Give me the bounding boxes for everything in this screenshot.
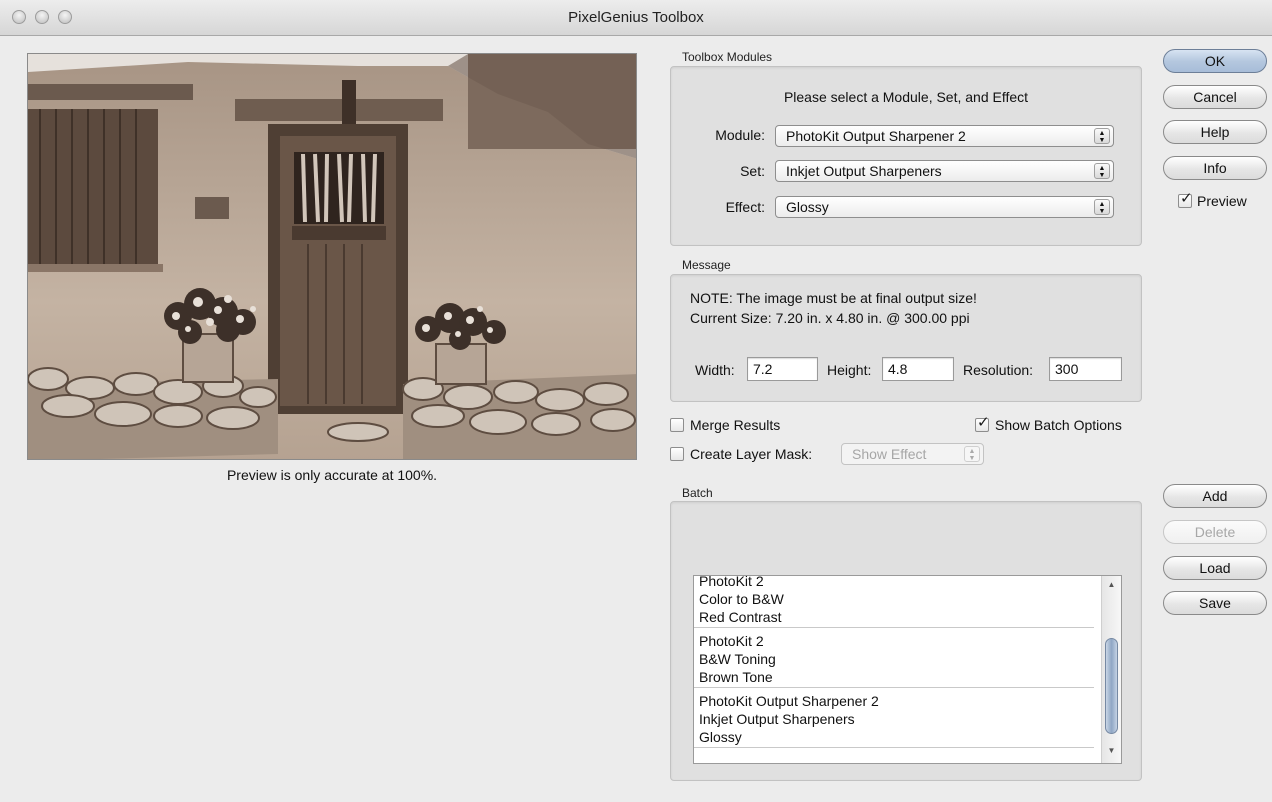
batch-label: Batch [682,486,713,500]
preview-caption: Preview is only accurate at 100%. [226,467,438,483]
preview-checkbox[interactable]: ✓ [1178,190,1193,208]
add-button[interactable]: Add [1163,484,1267,508]
layer-mask-popup[interactable]: Show Effect ▲ ▼ [841,443,984,465]
scroll-down-arrow-icon[interactable]: ▼ [1102,744,1121,758]
load-button[interactable]: Load [1163,556,1267,580]
batch-list-scrollbar[interactable]: ▲ ▼ [1101,576,1121,763]
ok-button[interactable]: OK [1163,49,1267,73]
show-batch-options-checkbox[interactable]: ✓ [975,414,990,432]
message-note: NOTE: The image must be at final output … [690,290,977,306]
batch-item-line: Color to B&W [699,591,784,607]
help-button[interactable]: Help [1163,120,1267,144]
height-field[interactable]: 4.8 [882,357,954,381]
set-popup[interactable]: Inkjet Output Sharpeners ▲ ▼ [775,160,1114,182]
width-label: Width: [695,362,735,378]
batch-item-line: PhotoKit 2 [699,575,764,589]
updown-arrows-icon: ▲ ▼ [1094,163,1110,179]
batch-item-line: Red Contrast [699,609,782,625]
save-button[interactable]: Save [1163,591,1267,615]
height-label: Height: [827,362,872,378]
layer-mask-popup-value: Show Effect [852,446,927,462]
show-batch-options-label: Show Batch Options [995,417,1122,433]
batch-item-line: Glossy [699,729,742,745]
delete-button[interactable]: Delete [1163,520,1267,544]
effect-popup[interactable]: Glossy ▲ ▼ [775,196,1114,218]
batch-item-line: Inkjet Output Sharpeners [699,711,855,727]
cancel-button[interactable]: Cancel [1163,85,1267,109]
scroll-up-arrow-icon[interactable]: ▲ [1102,578,1121,592]
batch-list[interactable]: PhotoKit 2 Color to B&W Red Contrast Pho… [693,575,1122,764]
message-label: Message [682,258,731,272]
effect-label: Effect: [725,199,765,215]
batch-item-line: Brown Tone [699,669,773,685]
create-layer-mask-checkbox[interactable] [670,447,684,461]
checkmark-icon: ✓ [1180,190,1193,207]
resolution-field[interactable]: 300 [1049,357,1122,381]
batch-item-line: PhotoKit 2 [699,633,764,649]
batch-list-item[interactable]: PhotoKit Output Sharpener 2 Inkjet Outpu… [694,688,1094,748]
width-field[interactable]: 7.2 [747,357,818,381]
module-popup-value: PhotoKit Output Sharpener 2 [786,128,966,144]
merge-results-checkbox[interactable] [670,418,684,432]
module-popup[interactable]: PhotoKit Output Sharpener 2 ▲ ▼ [775,125,1114,147]
preview-image [27,53,637,460]
updown-arrows-icon: ▲ ▼ [964,446,980,462]
effect-popup-value: Glossy [786,199,829,215]
checkmark-icon: ✓ [977,414,990,431]
info-button[interactable]: Info [1163,156,1267,180]
module-label: Module: [715,127,765,143]
message-current-size: Current Size: 7.20 in. x 4.80 in. @ 300.… [690,310,970,326]
updown-arrows-icon: ▲ ▼ [1094,128,1110,144]
toolbox-modules-label: Toolbox Modules [682,50,773,64]
resolution-label: Resolution: [963,362,1034,378]
batch-item-line: B&W Toning [699,651,776,667]
batch-item-line: PhotoKit Output Sharpener 2 [699,693,879,709]
updown-arrows-icon: ▲ ▼ [1094,199,1110,215]
title-bar: PixelGenius Toolbox [0,0,1272,36]
set-label: Set: [740,163,765,179]
merge-results-label: Merge Results [690,417,781,433]
preview-checkbox-label: Preview [1197,193,1247,209]
adobe-door-photo [28,54,636,459]
batch-list-item[interactable]: PhotoKit 2 Color to B&W Red Contrast [694,575,1094,628]
module-prompt: Please select a Module, Set, and Effect [783,89,1029,105]
batch-list-item[interactable]: PhotoKit 2 B&W Toning Brown Tone [694,628,1094,688]
create-layer-mask-label: Create Layer Mask: [690,446,813,462]
set-popup-value: Inkjet Output Sharpeners [786,163,942,179]
window-title: PixelGenius Toolbox [568,9,704,26]
scroll-thumb[interactable] [1105,638,1118,734]
